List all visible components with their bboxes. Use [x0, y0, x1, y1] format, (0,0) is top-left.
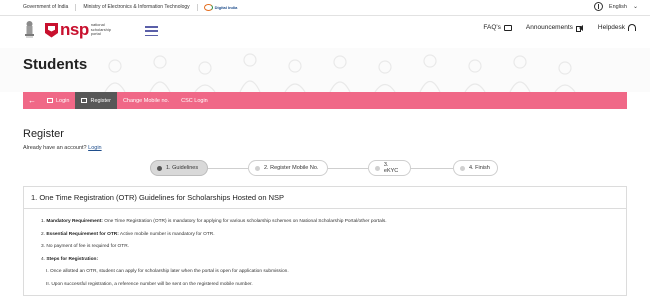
- ministry-link[interactable]: Ministry of Electronics & Information Te…: [76, 4, 198, 11]
- nsp-logo[interactable]: nsp national scholarship portal: [45, 20, 121, 39]
- chevron-down-icon: ⌄: [632, 4, 638, 10]
- registration-stepper: 1. Guidelines 2. Register Mobile No. 3. …: [150, 160, 500, 176]
- step-ekyc[interactable]: 3. eKYC: [368, 160, 411, 176]
- gov-of-india-link[interactable]: Government of India: [0, 4, 77, 11]
- register-heading: Register: [23, 128, 64, 140]
- tab-register-label: Register: [90, 97, 111, 104]
- digital-india-text: Digital India: [214, 5, 238, 10]
- banner-illustration: [104, 53, 576, 92]
- step-register-mobile[interactable]: 2. Register Mobile No.: [248, 160, 328, 176]
- header-nav: FAQ's Announcements Helpdesk: [483, 24, 636, 32]
- national-emblem-icon: [25, 21, 34, 38]
- step-guidelines[interactable]: 1. Guidelines: [150, 160, 208, 176]
- step-connector: [328, 168, 368, 169]
- language-selector[interactable]: English ⌄: [593, 2, 638, 11]
- guidelines-heading: 1. One Time Registration (OTR) Guideline…: [24, 187, 626, 209]
- language-label: English: [608, 3, 627, 10]
- step-dot-icon: [157, 165, 162, 171]
- tab-csc-login-label: CSC Login: [181, 97, 208, 104]
- login-icon: [47, 98, 53, 103]
- list-sub-item: II. Upon successful registration, a refe…: [46, 281, 253, 287]
- announcements-link[interactable]: Announcements: [525, 24, 584, 32]
- list-item: 4. Steps for Registration:: [41, 256, 99, 262]
- faq-label: FAQ's: [483, 24, 501, 31]
- students-banner: [0, 48, 650, 92]
- guidelines-card: 1. One Time Registration (OTR) Guideline…: [23, 186, 627, 296]
- step-label: 3. eKYC: [383, 162, 399, 174]
- tab-login[interactable]: Login: [41, 92, 75, 109]
- step-dot-icon: [255, 165, 260, 171]
- nsp-logo-subtext: national scholarship portal: [90, 22, 111, 37]
- back-button[interactable]: ←: [23, 92, 41, 109]
- hamburger-icon: [145, 26, 158, 28]
- chat-icon: [503, 24, 512, 31]
- list-sub-item: I. Once allotted an OTR, student can app…: [46, 269, 289, 274]
- tab-register[interactable]: Register: [75, 92, 117, 109]
- step-label: 2. Register Mobile No.: [264, 165, 319, 171]
- step-dot-icon: [460, 165, 465, 171]
- page-title: Students: [23, 56, 88, 73]
- login-link[interactable]: Login: [88, 145, 101, 151]
- step-label: 4. Finish: [469, 165, 490, 171]
- step-dot-icon: [375, 165, 380, 171]
- announcements-label: Announcements: [525, 24, 573, 31]
- step-label: 1. Guidelines: [166, 165, 199, 171]
- tab-change-mobile-label: Change Mobile no.: [122, 97, 170, 104]
- list-item: 3. No payment of fee is required for OTR…: [41, 244, 130, 249]
- gov-strip: Government of India Ministry of Electron…: [0, 0, 650, 16]
- tab-csc-login[interactable]: CSC Login: [175, 92, 214, 109]
- nsp-shield-icon: [45, 22, 58, 38]
- tab-change-mobile[interactable]: Change Mobile no.: [117, 92, 175, 109]
- step-finish[interactable]: 4. Finish: [453, 160, 498, 176]
- nsp-logo-text: nsp: [60, 20, 89, 39]
- already-account-label: Already have an account?: [23, 145, 87, 151]
- faq-link[interactable]: FAQ's: [483, 24, 512, 31]
- megaphone-icon: [575, 24, 584, 32]
- arrow-left-icon: ←: [28, 96, 36, 105]
- headset-icon: [628, 24, 636, 31]
- already-account-text: Already have an account? Login: [23, 145, 102, 151]
- helpdesk-label: Helpdesk: [597, 24, 625, 31]
- helpdesk-link[interactable]: Helpdesk: [598, 24, 636, 31]
- digital-india-icon: [203, 4, 213, 11]
- list-item: 1. Mandatory Requirement: One Time Regis…: [41, 219, 387, 224]
- tab-login-label: Login: [56, 97, 70, 104]
- guidelines-list: 1. Mandatory Requirement: One Time Regis…: [41, 219, 387, 294]
- step-connector: [411, 168, 453, 169]
- student-tabbar: ← Login Register Change Mobile no. CSC L…: [23, 92, 627, 109]
- list-item: 2. Essential Requirement for OTR: Active…: [41, 231, 215, 237]
- menu-toggle-button[interactable]: [145, 26, 158, 36]
- digital-india-logo[interactable]: Digital India: [203, 4, 238, 11]
- accessibility-icon[interactable]: [593, 2, 603, 11]
- step-connector: [208, 168, 248, 169]
- register-icon: [81, 98, 88, 103]
